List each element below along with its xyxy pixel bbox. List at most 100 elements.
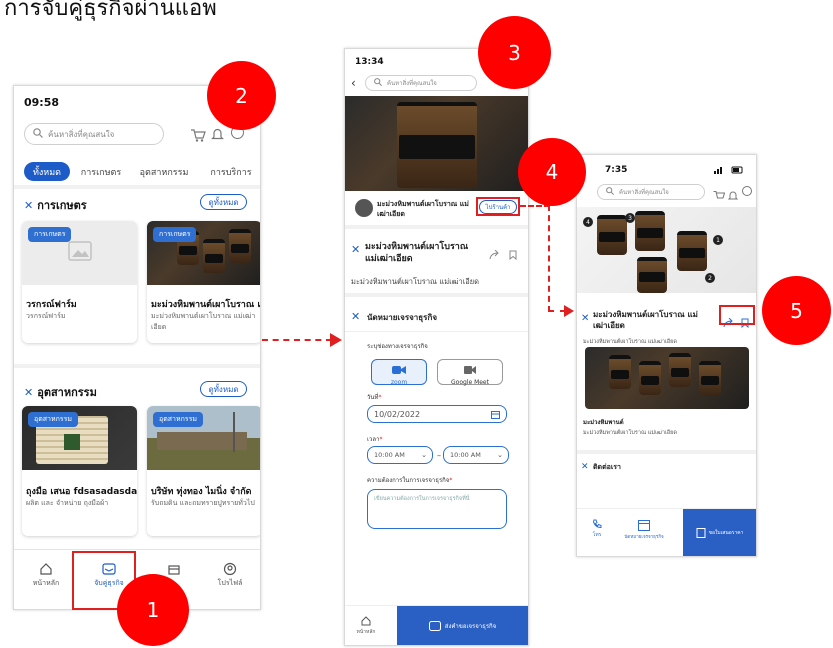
shop-title: มะม่วงหิมพานต์เผาโบราณ แม่เฒ่าเอียด <box>593 310 698 330</box>
photo-number: 2 <box>705 273 715 283</box>
category-badge: อุตสาหกรรม <box>28 412 78 427</box>
chevron-down-icon: ⌄ <box>497 451 503 459</box>
arrow-line <box>262 339 332 341</box>
search-placeholder: ค้นหาสิ่งที่คุณสนใจ <box>619 189 669 196</box>
step-marker-1: 1 <box>117 574 189 646</box>
zoom-icon <box>392 366 406 374</box>
step-marker-3: 3 <box>478 16 551 89</box>
screen-home: 09:58 ค้นหาสิ่งที่คุณสนใจ ทั้งหมด การเกษ… <box>13 85 261 610</box>
arrow-head-icon <box>330 333 342 347</box>
nav-profile[interactable]: โปรไฟล์ <box>210 562 250 589</box>
bottom-bar: หน้าหลัก ส่งคำขอเจรจาธุรกิจ <box>345 605 528 645</box>
zoom-option[interactable]: zoom <box>371 359 427 386</box>
divider <box>577 450 756 454</box>
google-meet-option[interactable]: Google Meet <box>437 359 503 386</box>
handshake-icon <box>428 620 441 631</box>
card-gloves[interactable]: อุตสาหกรรม ถุงมือ เสนอ fdsasadasda ผลิต … <box>22 406 137 536</box>
home-icon <box>361 616 371 626</box>
appointment-title: นัดหมายเจรจาธุรกิจ <box>367 313 437 322</box>
nav-label: นัดหมายเจรจาธุรกิจ <box>624 535 664 540</box>
brand-x-icon: ✕ <box>24 385 34 399</box>
screen-shop: 7:35 ค้นหาสิ่งที่คุณสนใจ 4 3 1 2 ✕ มะม่ว… <box>576 154 757 557</box>
category-badge: อุตสาหกรรม <box>153 412 203 427</box>
product-title: มะม่วงหิมพานต์เผาโบราณ แม่เฒ่าเอียด <box>365 242 469 264</box>
card-worakorn-farm[interactable]: การเกษตร วรกรณ์ฟาร์ม วรกรณ์ฟาร์ม <box>22 221 137 343</box>
arrow-head-icon <box>564 305 574 317</box>
phone-icon <box>592 519 602 529</box>
time-from-value: 10:00 AM <box>374 451 405 459</box>
back-icon[interactable]: ‹ <box>351 76 356 90</box>
nav-home[interactable]: หน้าหลัก <box>26 562 66 589</box>
search-icon <box>366 78 387 88</box>
video-icon <box>464 366 476 374</box>
brand-x-icon: ✕ <box>581 462 589 472</box>
needs-textarea[interactable]: เขียนความต้องการในการเจรจาธุรกิจที่นี่ <box>367 489 507 529</box>
search-icon <box>25 128 48 140</box>
date-label: วันที่* <box>367 394 382 401</box>
search-icon <box>598 187 619 197</box>
share-icon[interactable] <box>489 245 499 264</box>
tab-all[interactable]: ทั้งหมด <box>24 162 70 181</box>
card-cashew[interactable]: การเกษตร มะม่วงหิมพานต์เผาโบราณ แม่ มะม่… <box>147 221 261 343</box>
status-icons <box>714 166 744 176</box>
appointment-button[interactable]: นัดหมายเจรจาธุรกิจ <box>617 519 671 540</box>
submit-label: ส่งคำขอเจรจาธุรกิจ <box>444 622 497 630</box>
brand-x-icon: ✕ <box>581 313 590 324</box>
brand-x-icon: ✕ <box>24 198 34 212</box>
card-thungthong[interactable]: อุตสาหกรรม บริษัท ทุ่งทอง ไมนิ่ง จำกัด ร… <box>147 406 260 536</box>
photo-number: 4 <box>583 217 593 227</box>
tab-agriculture[interactable]: การเกษตร <box>75 162 127 181</box>
section-industry: ✕ อุตสาหกรรม <box>24 383 97 401</box>
request-quote-button[interactable]: ขอใบเสนอราคา <box>683 509 756 556</box>
divider <box>14 185 260 189</box>
call-button[interactable]: โทร <box>585 519 609 539</box>
bottom-bar: โทร นัดหมายเจรจาธุรกิจ ขอใบเสนอราคา <box>577 508 756 556</box>
nav-label: หน้าหลัก <box>32 579 60 587</box>
product-subtitle: มะม่วงหิมพานต์เผาโบราณ แม่เฒ่าเอียด <box>351 277 480 286</box>
brand-x-icon: ✕ <box>351 310 361 323</box>
see-all-agriculture-button[interactable]: ดูทั้งหมด <box>200 194 247 210</box>
card-subtitle: รับถมดิน และถมทรายปูทรายทั่วไป <box>151 499 255 507</box>
date-input[interactable]: 10/02/2022 <box>367 405 507 423</box>
time-label: เวลา* <box>367 436 383 443</box>
status-time: 09:58 <box>24 96 60 109</box>
time-from-select[interactable]: 10:00 AM ⌄ <box>367 446 433 464</box>
tab-service[interactable]: การบริการ <box>200 162 260 181</box>
shop-subtitle: มะม่วงหิมพานต์เผาโบราณ แม่เฒ่าเอียด <box>583 339 677 345</box>
screen-product-appointment: 13:34 ‹ ค้นหาสิ่งที่คุณสนใจ มะม่วงหิมพาน… <box>344 48 529 646</box>
card-title: มะม่วงหิมพานต์เผาโบราณ แม่ <box>151 300 261 310</box>
tab-industry[interactable]: อุตสาหกรรม <box>133 162 195 181</box>
seller-name: มะม่วงหิมพานต์เผาโบราณ แม่เฒ่าเอียด <box>377 200 469 218</box>
cart-icon[interactable] <box>190 127 206 146</box>
needs-placeholder: เขียนความต้องการในการเจรจาธุรกิจที่นี่ <box>374 496 470 502</box>
section-title: อุตสาหกรรม <box>37 386 97 399</box>
step-marker-5: 5 <box>762 276 831 345</box>
nav-label: ขอใบเสนอราคา <box>708 529 744 536</box>
submit-appointment-button[interactable]: ส่งคำขอเจรจาธุรกิจ <box>397 606 528 645</box>
calendar-icon <box>638 520 650 531</box>
divider <box>14 364 260 368</box>
step-marker-2: 2 <box>207 61 276 130</box>
chat-icon[interactable] <box>742 186 752 196</box>
step-marker-4: 4 <box>518 138 586 206</box>
divider <box>345 331 528 332</box>
card-title: วรกรณ์ฟาร์ม <box>26 300 77 310</box>
cart-icon[interactable] <box>713 186 726 205</box>
section-title: การเกษตร <box>37 199 87 212</box>
chevron-down-icon: ⌄ <box>421 451 427 459</box>
time-to-select[interactable]: 10:00 AM ⌄ <box>443 446 509 464</box>
search-input[interactable]: ค้นหาสิ่งที่คุณสนใจ <box>597 184 705 200</box>
page-heading: การจับคู่ธุรกิจผ่านแอพ <box>4 0 217 21</box>
section-agriculture: ✕ การเกษตร <box>24 196 87 214</box>
search-input[interactable]: ค้นหาสิ่งที่คุณสนใจ <box>24 123 164 145</box>
calendar-icon <box>491 410 500 419</box>
nav-home[interactable]: หน้าหลัก <box>351 616 381 636</box>
search-placeholder: ค้นหาสิ่งที่คุณสนใจ <box>387 80 437 87</box>
see-all-industry-button[interactable]: ดูทั้งหมด <box>200 381 247 397</box>
bell-icon[interactable] <box>727 186 739 205</box>
arrow-line <box>548 205 550 312</box>
bookmark-icon[interactable] <box>509 245 517 264</box>
search-input[interactable]: ค้นหาสิ่งที่คุณสนใจ <box>365 75 477 91</box>
item-title: มะม่วงหิมพานต์ <box>583 419 624 426</box>
bell-icon[interactable] <box>211 126 224 145</box>
